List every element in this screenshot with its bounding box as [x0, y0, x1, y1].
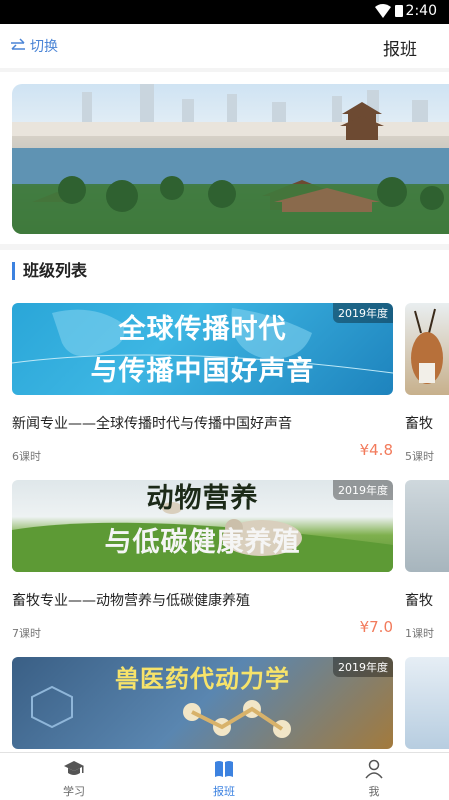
thumbnail-subtitle: 与低碳健康养殖 [104, 527, 301, 558]
banner-image[interactable] [12, 84, 449, 234]
status-bar: 2:40 [0, 0, 449, 24]
graduation-cap-icon [64, 761, 84, 775]
tab-study[interactable]: 学习 [34, 759, 114, 799]
course-price: ¥7.0 [359, 618, 393, 636]
course-thumbnail [405, 480, 449, 572]
course-thumbnail: 动物营养 与低碳健康养殖 2019年度 [12, 480, 393, 572]
open-book-icon [215, 761, 233, 777]
course-hours: 7课时 [12, 627, 41, 640]
course-price: ¥4.8 [359, 441, 393, 459]
bottom-tab-bar: 学习 报班 我 [0, 752, 449, 800]
course-thumbnail [405, 657, 449, 749]
thumbnail-subtitle: 与传播中国好声音 [90, 356, 315, 387]
course-name: 畜牧 [405, 416, 433, 432]
course-hours: 5课时 [405, 450, 434, 463]
tab-enroll[interactable]: 报班 [184, 759, 264, 799]
section-title: 班级列表 [12, 262, 87, 280]
page-title: 报班 [383, 40, 417, 60]
header: 切换 报班 [0, 24, 449, 68]
status-time: 2:40 [405, 3, 437, 19]
class-list-section: 班级列表 全球传播时代 与传播中国好声音 2019年度 新闻专业——全球传播时代… [0, 250, 449, 752]
person-icon [365, 759, 383, 779]
battery-icon [395, 5, 403, 17]
course-thumbnail: 全球传播时代 与传播中国好声音 2019年度 [12, 303, 393, 395]
course-name: 畜牧 [405, 593, 433, 609]
banner-section [0, 72, 449, 244]
swap-arrows-icon [11, 38, 25, 50]
course-hours: 1课时 [405, 627, 434, 640]
tab-label: 学习 [63, 785, 85, 798]
year-badge: 2019年度 [333, 303, 393, 323]
switch-button[interactable]: 切换 [10, 36, 58, 56]
course-thumbnail [405, 303, 449, 395]
tab-me[interactable]: 我 [334, 759, 414, 799]
wifi-icon [375, 4, 391, 18]
course-hours: 6课时 [12, 450, 41, 463]
tab-label: 我 [368, 785, 380, 798]
year-badge: 2019年度 [333, 657, 393, 677]
course-thumbnail: 兽医药代动力学 2019年度 [12, 657, 393, 749]
course-name: 畜牧专业——动物营养与低碳健康养殖 [12, 593, 250, 609]
switch-label: 切换 [30, 39, 58, 55]
course-name: 新闻专业——全球传播时代与传播中国好声音 [12, 416, 292, 432]
tab-label: 报班 [213, 785, 235, 798]
year-badge: 2019年度 [333, 480, 393, 500]
